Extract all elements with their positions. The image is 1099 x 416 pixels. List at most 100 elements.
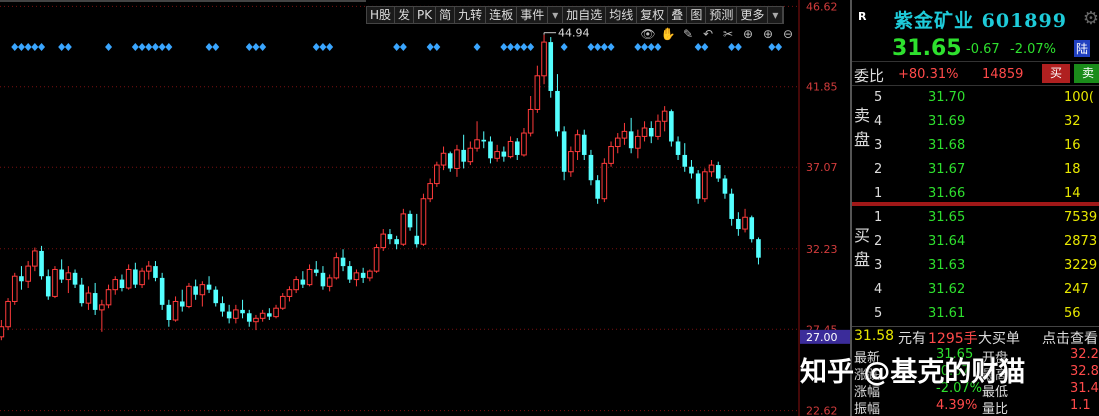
event-marker-icon[interactable] — [433, 43, 441, 51]
candle-body[interactable] — [72, 272, 78, 285]
candle-body[interactable] — [661, 110, 668, 122]
candle-body[interactable] — [675, 141, 681, 155]
candle-body[interactable] — [527, 108, 534, 134]
event-marker-icon[interactable] — [647, 43, 655, 51]
candle-body[interactable] — [112, 279, 119, 291]
lock-icon[interactable]: ⊕ — [740, 27, 756, 41]
event-marker-icon[interactable] — [634, 43, 642, 51]
candle-body[interactable] — [5, 300, 11, 328]
candle-body[interactable] — [581, 134, 587, 155]
candle-body[interactable] — [92, 293, 98, 310]
candle-body[interactable] — [340, 257, 346, 267]
candle-body[interactable] — [628, 131, 634, 149]
candle-body[interactable] — [85, 292, 92, 304]
candle-body[interactable] — [447, 153, 453, 169]
event-marker-icon[interactable] — [594, 43, 602, 51]
candle-body[interactable] — [601, 162, 608, 200]
candle-body[interactable] — [353, 272, 360, 281]
event-marker-icon[interactable] — [560, 43, 568, 51]
candle-body[interactable] — [153, 266, 158, 278]
candle-body[interactable] — [474, 139, 480, 149]
buy-button[interactable]: 买 — [1042, 64, 1070, 83]
event-marker-icon[interactable] — [768, 43, 776, 51]
candle-body[interactable] — [736, 218, 741, 230]
candle-body[interactable] — [246, 313, 252, 322]
candle-body[interactable] — [79, 284, 85, 304]
candle-body[interactable] — [19, 276, 24, 282]
pen-icon[interactable]: ✎ — [680, 27, 696, 41]
toolbar-button-3[interactable]: 简 — [436, 7, 456, 23]
event-marker-icon[interactable] — [500, 43, 508, 51]
event-marker-icon[interactable] — [607, 43, 615, 51]
candle-body[interactable] — [267, 313, 272, 317]
event-marker-icon[interactable] — [473, 43, 481, 51]
candle-body[interactable] — [521, 132, 527, 156]
candle-body[interactable] — [742, 216, 748, 230]
candle-body[interactable] — [373, 247, 380, 272]
bid-row[interactable]: 2 31.64 2873 — [872, 230, 1099, 254]
candle-body[interactable] — [729, 193, 734, 219]
candle-body[interactable] — [574, 134, 581, 153]
event-marker-icon[interactable] — [145, 43, 153, 51]
event-marker-icon[interactable] — [138, 43, 146, 51]
candle-body[interactable] — [561, 131, 567, 172]
event-marker-icon[interactable] — [151, 43, 159, 51]
candle-body[interactable] — [186, 285, 192, 308]
event-marker-icon[interactable] — [734, 43, 742, 51]
candle-body[interactable] — [708, 164, 715, 173]
candle-body[interactable] — [494, 151, 500, 159]
candle-body[interactable] — [367, 270, 373, 279]
eye-icon[interactable]: 👁 — [640, 27, 656, 41]
event-dropdown-icon[interactable]: ▾ — [548, 7, 564, 23]
candle-body[interactable] — [514, 141, 520, 155]
candle-body[interactable] — [39, 250, 44, 277]
candle-body[interactable] — [695, 173, 701, 199]
event-marker-icon[interactable] — [105, 43, 113, 51]
candle-body[interactable] — [635, 135, 641, 149]
toolbar-button-11[interactable]: 图 — [687, 7, 707, 23]
big-trade-row[interactable]: 31.58 元有 1295手 大买单 点击查看 — [852, 326, 1099, 347]
event-marker-icon[interactable] — [259, 43, 267, 51]
toolbar-button-12[interactable]: 预测 — [706, 7, 738, 23]
zoom-out-icon[interactable]: ⊖ — [780, 27, 796, 41]
event-marker-icon[interactable] — [17, 43, 25, 51]
event-marker-icon[interactable] — [38, 43, 46, 51]
candle-body[interactable] — [125, 268, 132, 289]
candle-body[interactable] — [313, 269, 319, 273]
event-marker-icon[interactable] — [158, 43, 166, 51]
event-marker-icon[interactable] — [728, 43, 736, 51]
candlestick-chart[interactable]: 46.6241.8537.0732.2327.4522.6227.0044.94 — [0, 0, 850, 416]
kline-chart-area[interactable]: 46.62 41.85 37.07 32.23 27.45 22.62 27.00 44.94… — [0, 0, 850, 416]
event-marker-icon[interactable] — [426, 43, 434, 51]
candle-body[interactable] — [199, 284, 206, 296]
toolbar-button-10[interactable]: 叠 — [668, 7, 688, 23]
candle-body[interactable] — [306, 268, 313, 286]
candle-body[interactable] — [440, 152, 447, 166]
candle-body[interactable] — [193, 286, 198, 295]
candle-body[interactable] — [133, 269, 138, 285]
event-marker-icon[interactable] — [319, 43, 327, 51]
candle-body[interactable] — [689, 166, 694, 174]
candle-body[interactable] — [226, 311, 232, 319]
event-marker-icon[interactable] — [312, 43, 320, 51]
candle-body[interactable] — [501, 151, 507, 157]
candle-body[interactable] — [420, 198, 427, 245]
candle-body[interactable] — [394, 239, 399, 245]
candle-body[interactable] — [427, 183, 433, 200]
candle-body[interactable] — [641, 127, 648, 137]
ask-row[interactable]: 3 31.68 16 — [872, 134, 1099, 158]
candle-body[interactable] — [179, 301, 185, 307]
toolbar-button-9[interactable]: 复权 — [637, 7, 669, 23]
scissors-icon[interactable]: ✂ — [720, 27, 736, 41]
candle-body[interactable] — [380, 233, 387, 249]
toolbar-button-4[interactable]: 九转 — [455, 7, 487, 23]
candle-body[interactable] — [145, 265, 152, 272]
candle-body[interactable] — [555, 90, 560, 132]
bid-row[interactable]: 4 31.62 247 — [872, 278, 1099, 302]
toolbar-button-5[interactable]: 连板 — [486, 7, 518, 23]
candle-body[interactable] — [253, 317, 259, 323]
event-marker-icon[interactable] — [245, 43, 253, 51]
candle-body[interactable] — [11, 275, 18, 302]
candle-body[interactable] — [206, 284, 212, 290]
sell-button[interactable]: 卖 — [1074, 64, 1099, 83]
